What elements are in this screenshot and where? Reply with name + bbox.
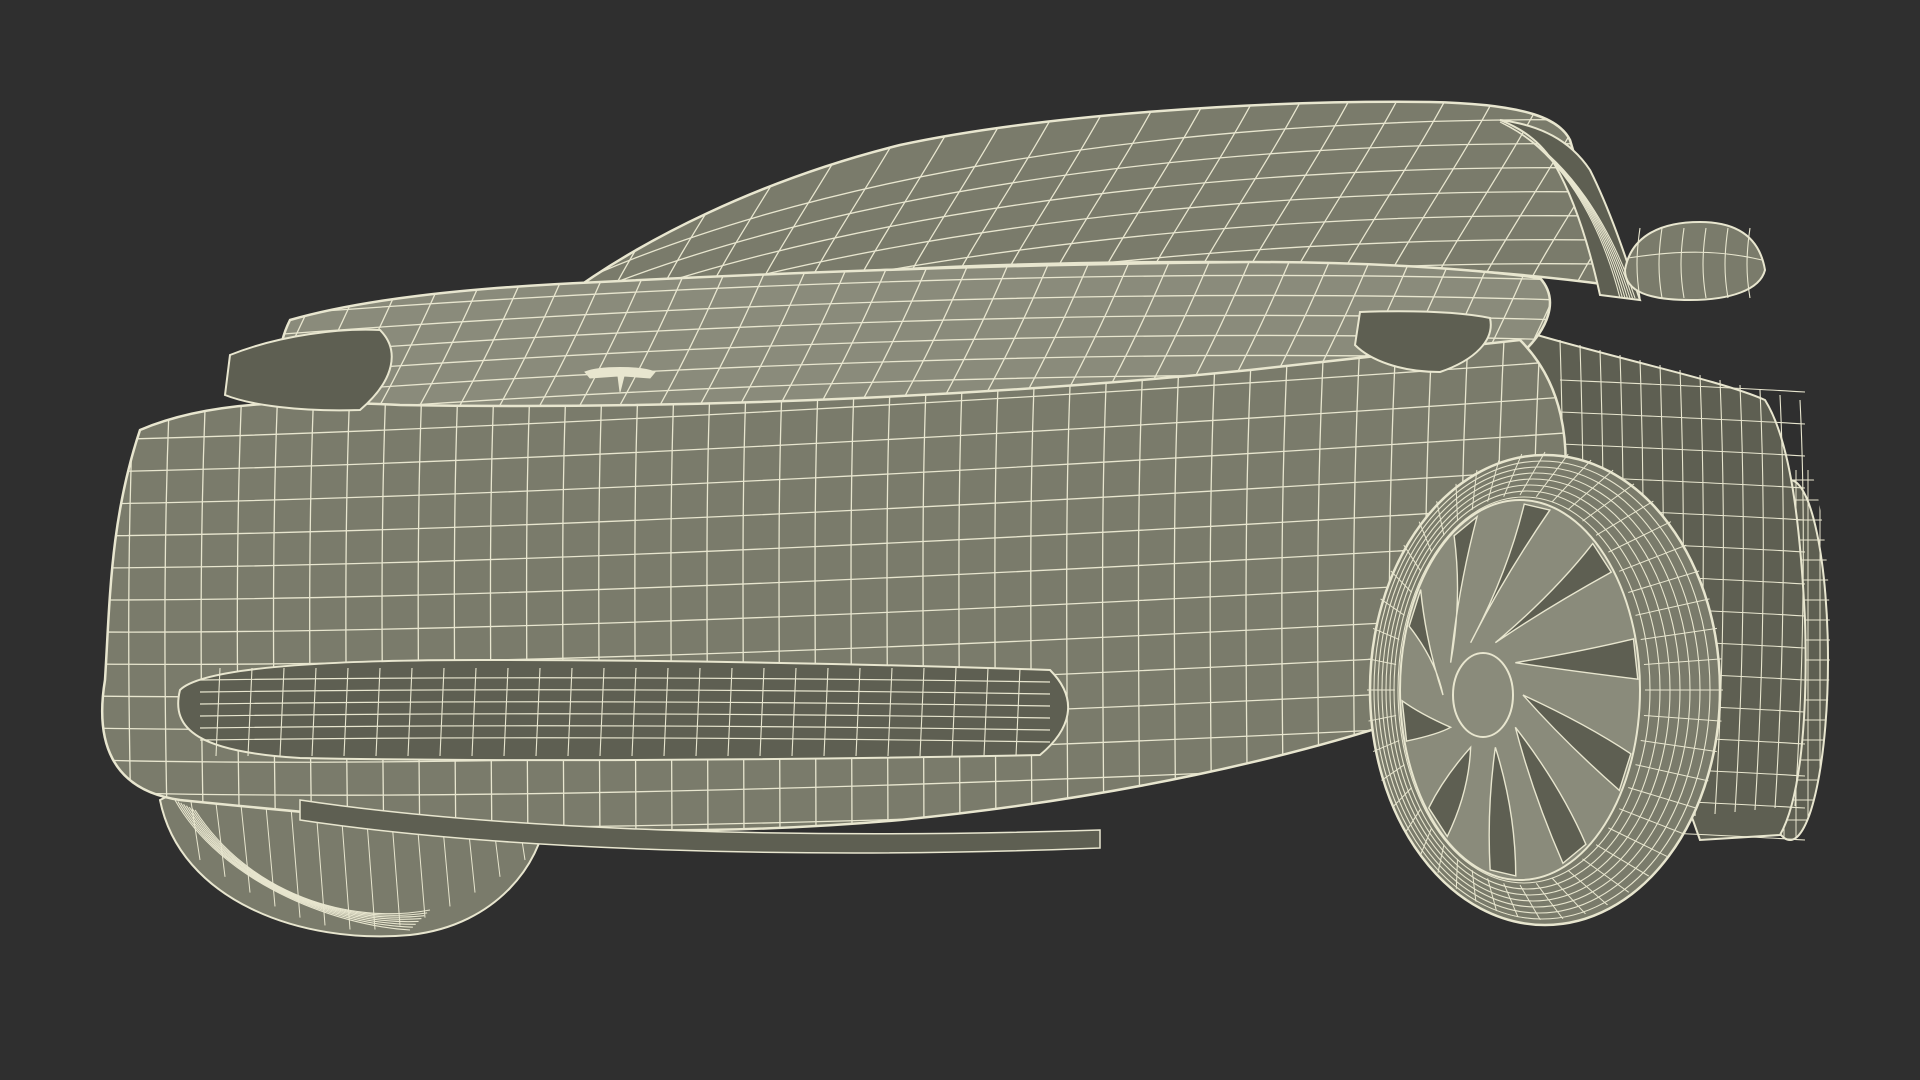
car-wireframe-render: [0, 0, 1920, 1080]
render-viewport: [0, 0, 1920, 1080]
wheel-hub-emblem: [1452, 652, 1514, 738]
front-right-wheel: [1367, 451, 1723, 927]
lower-grille: [177, 658, 1069, 762]
